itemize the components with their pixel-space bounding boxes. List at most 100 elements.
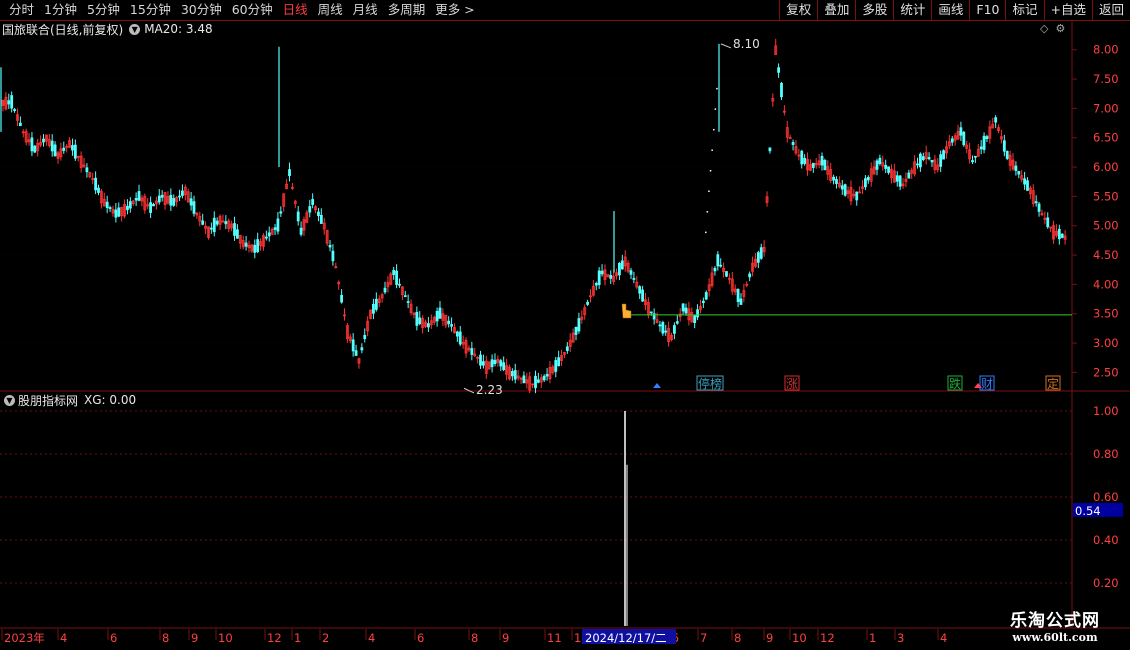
time-label: 1 <box>869 631 876 645</box>
candle-body <box>406 301 410 303</box>
candle-body <box>152 203 155 207</box>
candle-body <box>42 138 45 143</box>
time-label: 9 <box>766 631 773 645</box>
candle-body <box>1034 201 1038 204</box>
price-tick-label: 3.50 <box>1093 307 1119 321</box>
candle-body <box>1060 233 1064 238</box>
candle-body <box>479 354 482 366</box>
candle-body <box>971 160 974 163</box>
candle-body <box>73 144 77 159</box>
candle-body <box>455 331 459 337</box>
candle-body <box>114 209 118 218</box>
candle-body <box>681 303 685 312</box>
candle-body <box>354 350 358 356</box>
kline-chart[interactable]: 8.00 7.50 7.00 6.50 6.00 5.50 5.00 4.50 4.00 3.50… <box>0 0 1130 650</box>
candle-body <box>62 147 66 151</box>
candle-body <box>149 202 152 213</box>
candle-body <box>50 140 54 152</box>
candle-body <box>85 167 89 173</box>
candle-body <box>513 370 517 380</box>
candle-body <box>1005 151 1009 159</box>
time-label: 12 <box>820 631 835 645</box>
candle-body <box>105 201 109 209</box>
candle-body <box>950 138 954 143</box>
time-label: 10 <box>218 631 233 645</box>
candle-body <box>597 270 601 286</box>
candle-body <box>959 127 963 136</box>
gap-dot <box>716 87 718 90</box>
candle-body <box>661 322 665 334</box>
candle-body <box>736 288 740 302</box>
candle-body <box>510 370 514 377</box>
gap-dot <box>709 170 712 172</box>
candle-body <box>447 320 451 324</box>
candle-body <box>921 156 925 160</box>
candle-body <box>919 153 922 168</box>
candle-body <box>565 346 569 351</box>
candle-body <box>33 145 37 153</box>
candle-body <box>201 220 205 225</box>
candle-body <box>435 310 439 322</box>
candle-body <box>128 201 132 209</box>
price-tick-label: 7.50 <box>1093 72 1119 86</box>
candle-body <box>701 300 705 304</box>
gap-dot <box>711 149 713 151</box>
candle-body <box>780 82 783 98</box>
candle-body <box>415 311 419 326</box>
candle-body <box>279 211 283 214</box>
candle-body <box>791 141 795 145</box>
gap-dot <box>714 108 717 110</box>
candle-body <box>725 271 728 277</box>
candle-body <box>713 267 717 272</box>
candle-body <box>244 242 248 247</box>
candle-body <box>94 177 98 191</box>
price-tick-label: 5.00 <box>1093 219 1119 233</box>
candle-body <box>878 157 882 164</box>
cursor-hand-icon <box>621 303 632 319</box>
candle-body <box>189 198 193 206</box>
candle-body <box>658 324 662 327</box>
candle-body <box>418 317 422 325</box>
event-tag-label: 停榜 <box>698 376 722 391</box>
candle-body <box>438 307 442 319</box>
candle-body <box>18 122 22 127</box>
candle-body <box>383 287 387 293</box>
candle-body <box>493 359 497 365</box>
candle-body <box>800 150 804 165</box>
candle-body <box>898 175 902 187</box>
candle-body <box>360 347 364 351</box>
time-label: 4 <box>940 631 947 645</box>
indicator-tick-label: 0.40 <box>1093 533 1119 547</box>
time-label: 9 <box>502 631 509 645</box>
candle-body <box>600 270 604 275</box>
time-label: 2 <box>322 631 329 645</box>
candle-body <box>209 227 213 230</box>
candle-body <box>403 295 407 298</box>
time-label: 3 <box>897 631 904 645</box>
candle-body <box>134 198 138 201</box>
candle-body <box>233 223 236 236</box>
candle-body <box>973 155 977 158</box>
time-highlight-label: 2024/12/17/二 <box>585 631 667 645</box>
candle-body <box>296 211 300 222</box>
price-tick-label: 6.00 <box>1093 160 1119 174</box>
candle-body <box>181 190 184 196</box>
candle-body <box>398 283 401 286</box>
candle-body <box>843 184 847 196</box>
indicator-tick-label: 0.60 <box>1093 490 1119 504</box>
candle-body <box>97 187 100 193</box>
time-label: 4 <box>60 631 67 645</box>
candle-body <box>618 262 621 276</box>
candle-body <box>675 321 679 324</box>
price-tick-label: 6.50 <box>1093 131 1119 145</box>
candle-body <box>1017 171 1021 175</box>
candle-body <box>470 348 474 355</box>
high-price-label: 8.10 <box>733 37 760 51</box>
price-tick-label: 4.00 <box>1093 277 1119 291</box>
event-tag-label: 财 <box>981 377 993 391</box>
price-tick-label: 2.50 <box>1093 365 1119 379</box>
gap-dot <box>706 211 709 213</box>
candle-body <box>450 324 453 327</box>
candle-body <box>1057 228 1061 240</box>
candle-body <box>777 67 780 73</box>
